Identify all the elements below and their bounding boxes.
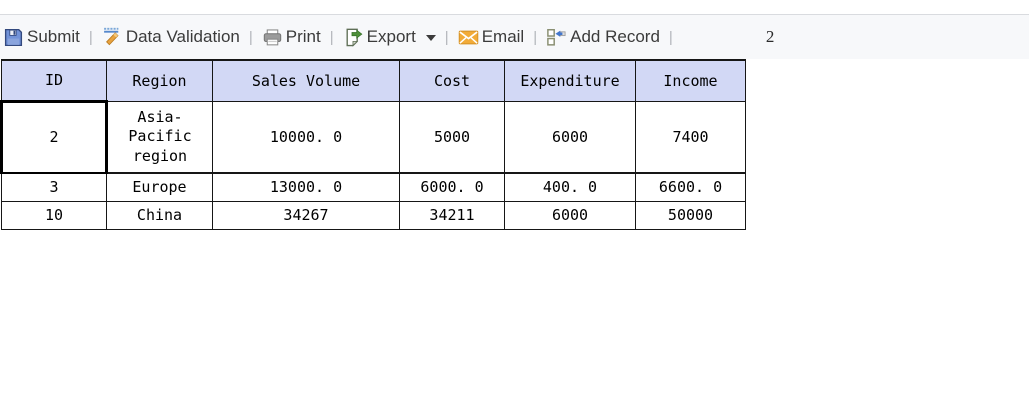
toolbar-separator: | <box>89 29 93 46</box>
export-label: Export <box>367 27 416 47</box>
column-header-region: Region <box>107 60 213 101</box>
print-label: Print <box>286 27 321 47</box>
toolbar-separator: | <box>445 29 449 46</box>
cell-region[interactable]: Europe <box>107 173 213 201</box>
toolbar-separator: | <box>330 29 334 46</box>
add-record-icon <box>546 27 567 48</box>
header-row: ID Region Sales Volume Cost Expenditure … <box>2 60 746 101</box>
cell-income[interactable]: 50000 <box>636 201 746 229</box>
column-header-cost: Cost <box>400 60 505 101</box>
records-table: ID Region Sales Volume Cost Expenditure … <box>0 59 746 230</box>
email-label: Email <box>482 27 525 47</box>
cell-id[interactable]: 3 <box>2 173 107 201</box>
add-record-label: Add Record <box>570 27 660 47</box>
export-page-icon <box>343 27 364 48</box>
cell-income[interactable]: 7400 <box>636 101 746 173</box>
export-button[interactable]: Export <box>343 27 436 48</box>
cell-expenditure[interactable]: 6000 <box>505 201 636 229</box>
cell-income[interactable]: 6600. 0 <box>636 173 746 201</box>
table-row: 2 Asia- Pacific region 10000. 0 5000 600… <box>2 101 746 173</box>
selected-cell-id[interactable]: 2 <box>2 101 107 173</box>
toolbar: Submit | Data Validation | <box>0 14 1029 59</box>
printer-icon <box>262 27 283 48</box>
cell-id[interactable]: 10 <box>2 201 107 229</box>
magic-wand-icon <box>102 27 123 48</box>
data-validation-button[interactable]: Data Validation <box>102 27 240 48</box>
email-button[interactable]: Email <box>458 27 525 48</box>
record-indicator: 2 <box>766 27 775 47</box>
cell-sales-volume[interactable]: 10000. 0 <box>213 101 400 173</box>
cell-region[interactable]: Asia- Pacific region <box>107 101 213 173</box>
toolbar-separator: | <box>249 29 253 46</box>
column-header-expenditure: Expenditure <box>505 60 636 101</box>
data-validation-label: Data Validation <box>126 27 240 47</box>
toolbar-separator: | <box>533 29 537 46</box>
cell-cost[interactable]: 34211 <box>400 201 505 229</box>
envelope-icon <box>458 27 479 48</box>
column-header-income: Income <box>636 60 746 101</box>
cell-expenditure[interactable]: 6000 <box>505 101 636 173</box>
add-record-button[interactable]: Add Record <box>546 27 660 48</box>
column-header-id: ID <box>2 60 107 101</box>
column-header-sales-volume: Sales Volume <box>213 60 400 101</box>
cell-sales-volume[interactable]: 13000. 0 <box>213 173 400 201</box>
table-row: 3 Europe 13000. 0 6000. 0 400. 0 6600. 0 <box>2 173 746 201</box>
table-row: 10 China 34267 34211 6000 50000 <box>2 201 746 229</box>
submit-label: Submit <box>27 27 80 47</box>
cell-expenditure[interactable]: 400. 0 <box>505 173 636 201</box>
print-button[interactable]: Print <box>262 27 321 48</box>
cell-cost[interactable]: 6000. 0 <box>400 173 505 201</box>
submit-button[interactable]: Submit <box>3 27 80 48</box>
cell-sales-volume[interactable]: 34267 <box>213 201 400 229</box>
cell-cost[interactable]: 5000 <box>400 101 505 173</box>
toolbar-separator: | <box>669 29 673 46</box>
floppy-disk-icon <box>3 27 24 48</box>
chevron-down-icon <box>426 35 436 41</box>
cell-region[interactable]: China <box>107 201 213 229</box>
